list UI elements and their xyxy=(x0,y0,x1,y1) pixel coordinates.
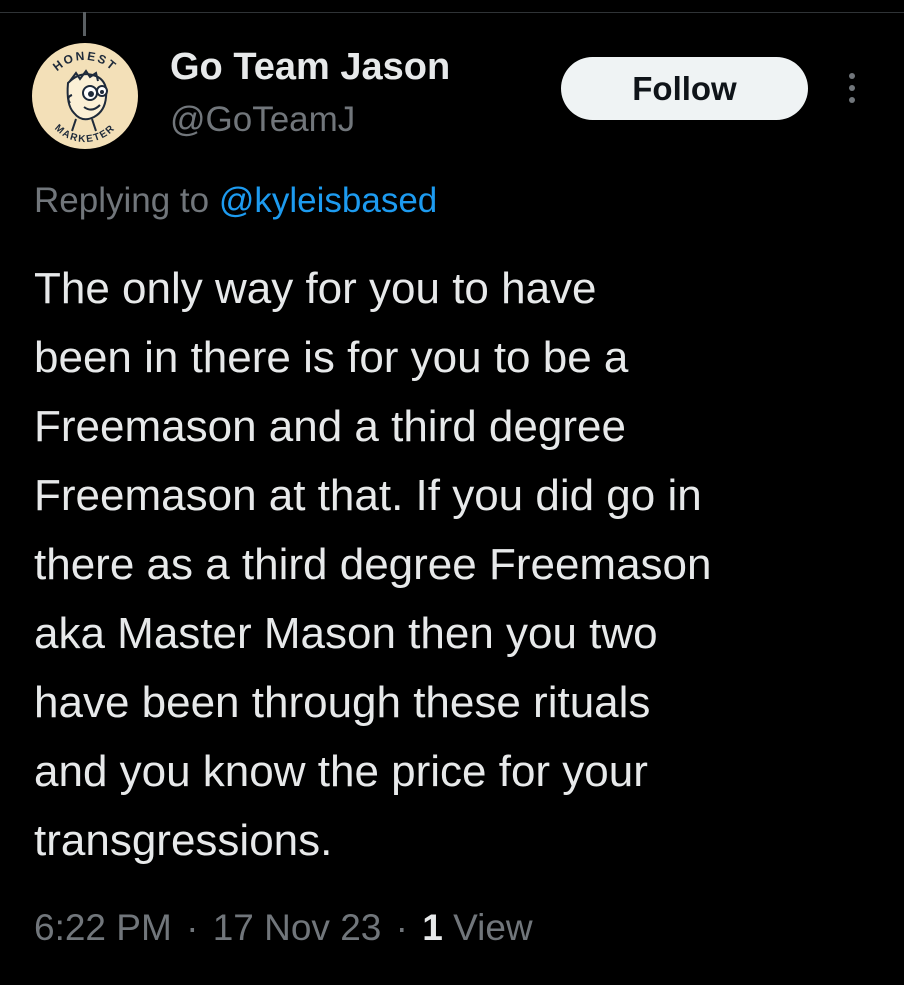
author-handle[interactable]: @GoTeamJ xyxy=(170,100,355,140)
replying-to-prefix: Replying to xyxy=(34,181,210,220)
replying-to-handle-link[interactable]: @kyleisbased xyxy=(219,181,437,220)
more-options-button[interactable] xyxy=(832,66,872,110)
honest-marketer-logo-icon: HONEST MARKETER xyxy=(33,44,137,148)
tweet-text-line: been in there is for you to be a xyxy=(34,333,629,382)
tweet-text-line: aka Master Mason then you two xyxy=(34,609,658,658)
tweet-text: The only way for you to have been in the… xyxy=(34,254,884,875)
avatar[interactable]: HONEST MARKETER xyxy=(32,43,138,149)
more-vertical-icon xyxy=(849,73,855,79)
tweet-date[interactable]: 17 Nov 23 xyxy=(213,907,382,948)
thread-connector-line xyxy=(83,12,86,36)
author-display-name[interactable]: Go Team Jason xyxy=(170,46,450,89)
meta-separator: · xyxy=(186,907,199,948)
tweet-text-line: there as a third degree Freemason xyxy=(34,540,712,589)
tweet-text-line: transgressions. xyxy=(34,816,333,865)
more-vertical-icon-dot xyxy=(849,97,855,103)
replying-to: Replying to @kyleisbased xyxy=(34,181,437,221)
top-divider xyxy=(0,12,904,13)
tweet-time[interactable]: 6:22 PM xyxy=(34,907,172,948)
tweet-text-line: have been through these rituals xyxy=(34,678,651,727)
tweet-text-line: Freemason and a third degree xyxy=(34,402,626,451)
tweet-text-line: and you know the price for your xyxy=(34,747,648,796)
views-count[interactable]: 1 xyxy=(422,907,443,948)
tweet-text-line: The only way for you to have xyxy=(34,264,597,313)
views-label[interactable]: View xyxy=(453,907,533,948)
tweet-text-line: Freemason at that. If you did go in xyxy=(34,471,702,520)
follow-button[interactable]: Follow xyxy=(561,57,808,120)
meta-separator: · xyxy=(395,907,408,948)
tweet-meta: 6:22 PM · 17 Nov 23 · 1 View xyxy=(34,907,533,949)
more-vertical-icon-dot xyxy=(849,85,855,91)
